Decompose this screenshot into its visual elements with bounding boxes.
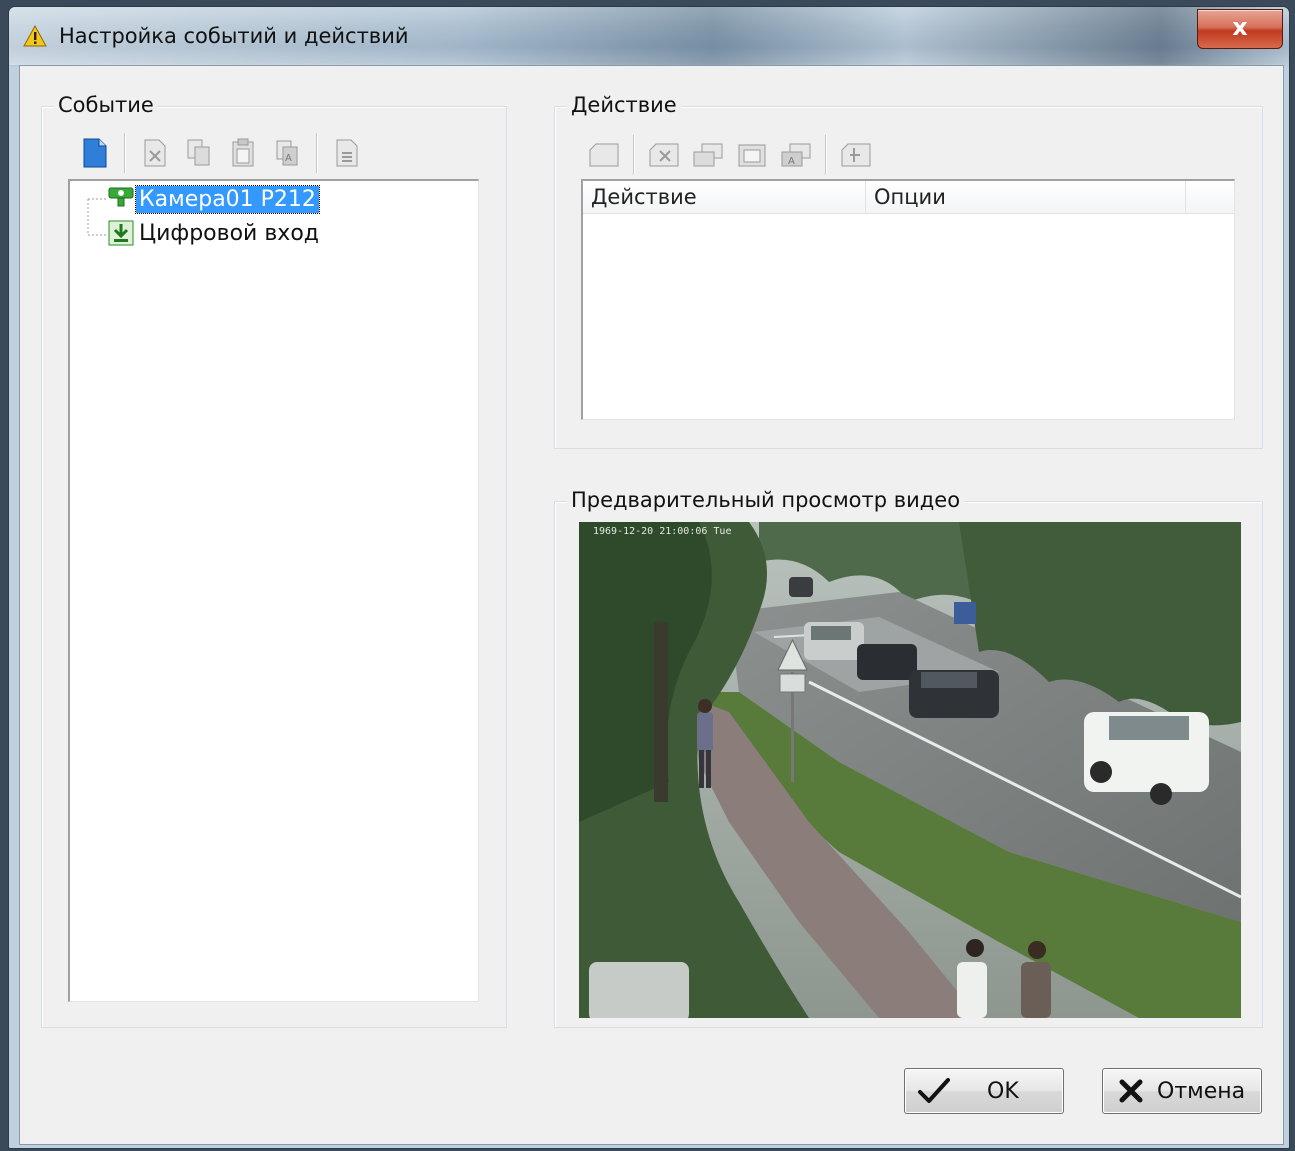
ok-button[interactable]: OK — [904, 1068, 1064, 1114]
tree-item-label: Цифровой вход — [139, 220, 319, 246]
action-list[interactable]: Действие Опции — [581, 179, 1235, 420]
column-header-action[interactable]: Действие — [583, 181, 866, 213]
properties-action-icon[interactable] — [839, 138, 873, 172]
copy-action-icon[interactable] — [691, 138, 725, 172]
preview-group: Предварительный просмотр видео 1969-12-2… — [554, 488, 1263, 1028]
paste-event-icon[interactable] — [226, 136, 260, 170]
delete-event-icon[interactable] — [138, 136, 172, 170]
paste-action-icon[interactable] — [735, 138, 769, 172]
rename-action-icon[interactable]: A — [779, 138, 813, 172]
new-event-icon[interactable] — [78, 136, 112, 170]
delete-action-icon[interactable] — [647, 138, 681, 172]
column-header-options[interactable]: Опции — [866, 181, 1186, 213]
checkmark-icon — [918, 1078, 950, 1103]
action-toolbar: A — [587, 135, 883, 175]
preview-group-legend: Предварительный просмотр видео — [567, 488, 965, 512]
new-action-icon[interactable] — [587, 138, 621, 172]
ok-button-label: OK — [987, 1078, 1019, 1104]
event-tree[interactable]: Камера01 P212 Цифровой вход — [68, 179, 479, 1002]
street-camera-image: 1969-12-20 21:00:06 Tue — [579, 522, 1241, 1018]
cancel-button[interactable]: Отмена — [1102, 1068, 1262, 1114]
cancel-button-label: Отмена — [1157, 1078, 1246, 1104]
video-osd-timestamp: 1969-12-20 21:00:06 Tue — [593, 526, 731, 537]
copy-event-icon[interactable] — [182, 136, 216, 170]
tree-item-label: Камера01 P212 — [135, 184, 320, 214]
video-preview: 1969-12-20 21:00:06 Tue — [579, 522, 1241, 1018]
rename-event-icon[interactable]: A — [270, 136, 304, 170]
event-toolbar: A — [78, 133, 374, 173]
toolbar-separator — [633, 135, 635, 175]
svg-text:A: A — [285, 153, 292, 164]
event-group-legend: Событие — [54, 93, 158, 117]
properties-event-icon[interactable] — [330, 136, 364, 170]
digital-input-icon — [108, 220, 134, 246]
camera-motion-icon — [108, 187, 134, 207]
tree-item-camera[interactable]: Камера01 P212 — [106, 183, 320, 215]
cross-icon — [1119, 1079, 1143, 1103]
action-list-header: Действие Опции — [583, 181, 1234, 214]
warning-icon — [23, 25, 47, 47]
toolbar-separator — [316, 133, 318, 173]
svg-text:A: A — [788, 156, 795, 167]
close-button[interactable]: x — [1197, 9, 1283, 49]
action-group-legend: Действие — [567, 93, 681, 117]
dialog-window: Настройка событий и действий x Событие A… — [8, 6, 1290, 1149]
toolbar-separator — [825, 135, 827, 175]
window-title: Настройка событий и действий — [59, 24, 409, 48]
title-bar[interactable]: Настройка событий и действий x — [9, 7, 1289, 65]
event-group: Событие A Камера01 P212 Цифровой вход — [41, 93, 507, 1028]
toolbar-separator — [124, 133, 126, 173]
tree-item-digital-input[interactable]: Цифровой вход — [106, 217, 322, 249]
action-group: Действие A Действие Опции — [554, 93, 1263, 449]
dialog-client: Событие A Камера01 P212 Цифровой вход Де… — [19, 65, 1284, 1145]
